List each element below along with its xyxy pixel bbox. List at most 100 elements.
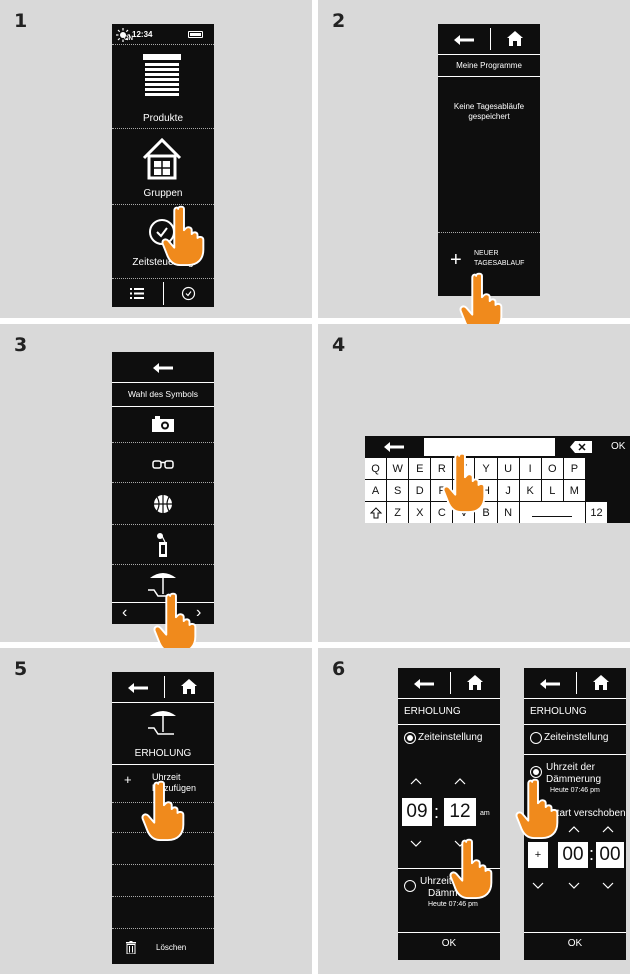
sign-value[interactable]: + [528, 842, 548, 868]
time-colon: : [589, 844, 595, 864]
backspace-icon[interactable] [570, 441, 592, 453]
hour-down-icon[interactable] [410, 840, 422, 847]
tab-clock[interactable] [164, 280, 214, 307]
ok-button[interactable]: OK [524, 938, 626, 949]
back-arrow-icon [384, 442, 404, 452]
radio-selected-icon [530, 766, 542, 778]
delete-button[interactable]: Löschen [112, 934, 214, 962]
radio-label: Zeiteinstellung [544, 732, 609, 743]
remote-screen: Meine Programme Keine Tagesabläufe gespe… [438, 24, 540, 296]
tab-list[interactable] [112, 280, 163, 307]
remote-screen: Wahl des Symbols ‹ › [112, 352, 214, 624]
key[interactable]: D [409, 480, 432, 501]
key[interactable]: X [409, 502, 432, 523]
minute-value[interactable]: 12 [444, 798, 476, 826]
remote-screen-time: ERHOLUNG Zeiteinstellung 09 : 12 am Uhrz… [398, 668, 500, 960]
radio-time-setting[interactable]: Zeiteinstellung [530, 730, 624, 748]
step-number: 5 [14, 658, 28, 680]
hand-pointer-icon [515, 778, 559, 840]
house-icon [142, 137, 182, 180]
hand-pointer-icon [153, 592, 197, 654]
home-button[interactable] [577, 668, 626, 698]
key[interactable]: N [497, 502, 520, 523]
time-colon: : [434, 802, 440, 822]
home-button[interactable] [491, 24, 540, 54]
key[interactable]: L [541, 480, 564, 501]
numbers-key[interactable]: 12 [585, 502, 608, 523]
menu-item-produkte[interactable]: Produkte [112, 113, 214, 124]
key[interactable]: U [497, 458, 520, 479]
glasses-icon[interactable] [152, 460, 174, 469]
space-key[interactable] [519, 502, 586, 523]
camera-icon[interactable] [152, 416, 174, 432]
back-button[interactable] [524, 668, 576, 698]
key[interactable]: M [563, 480, 586, 501]
home-button[interactable] [165, 672, 214, 702]
shift-label: Start verschoben: [550, 808, 626, 819]
step-panel-5: 5 ERHOLUNG + Uhrzeit hinzufügen Löschen [0, 648, 312, 974]
sign-down-icon[interactable] [532, 882, 544, 889]
key[interactable]: S [387, 480, 410, 501]
minute-value[interactable]: 00 [596, 842, 624, 868]
back-button[interactable] [112, 352, 214, 382]
back-arrow-icon [153, 363, 173, 373]
back-button[interactable] [398, 668, 450, 698]
schedule-name: ERHOLUNG [530, 706, 587, 717]
back-button[interactable] [438, 24, 490, 54]
key[interactable]: O [541, 458, 564, 479]
radio-unselected-icon [404, 880, 416, 892]
key[interactable]: A [365, 480, 388, 501]
key[interactable]: Z [387, 502, 410, 523]
hand-pointer-icon [141, 780, 185, 842]
key[interactable]: K [519, 480, 542, 501]
screen-title: Meine Programme [456, 61, 522, 70]
key[interactable]: J [497, 480, 520, 501]
minute-down-icon[interactable] [602, 882, 614, 889]
menu-item-gruppen[interactable]: Gruppen [112, 188, 214, 199]
step-panel-6: 6 ERHOLUNG Zeiteinstellung 09 : 12 am Uh… [318, 648, 630, 974]
hour-value[interactable]: 09 [402, 798, 432, 826]
step-panel-2: 2 Meine Programme Keine Tagesabläufe ges… [318, 0, 630, 334]
hour-up-icon[interactable] [410, 778, 422, 785]
list-icon [130, 288, 144, 299]
ok-button[interactable]: OK [398, 938, 500, 949]
radio-unselected-icon [530, 732, 542, 744]
home-button[interactable] [451, 668, 500, 698]
key[interactable]: Q [365, 458, 388, 479]
back-button[interactable] [365, 436, 423, 458]
radio-selected-icon [404, 732, 416, 744]
radio-time-setting[interactable]: Zeiteinstellung [404, 730, 498, 748]
dusk-today: Heute 07:46 pm [428, 901, 478, 908]
ampm-label: am [480, 810, 490, 817]
empty-message: Keine Tagesabläufe [453, 102, 525, 111]
key[interactable]: P [563, 458, 586, 479]
home-icon [181, 679, 197, 694]
delete-label: Löschen [156, 943, 187, 952]
step-panel-3: 3 Wahl des Symbols ‹ › [0, 324, 312, 654]
minute-up-icon[interactable] [454, 778, 466, 785]
hour-down-icon[interactable] [568, 882, 580, 889]
shift-key[interactable] [365, 502, 388, 523]
key[interactable]: W [387, 458, 410, 479]
clock-small-icon [181, 286, 196, 301]
hand-pointer-icon [442, 452, 486, 514]
hour-up-icon[interactable] [568, 826, 580, 833]
keyboard-screen: OK Q W E R T Y U I O P A S D F G H J K L… [365, 436, 630, 523]
back-button[interactable] [112, 672, 164, 702]
back-arrow-icon [414, 679, 434, 689]
basketball-icon[interactable] [153, 494, 173, 514]
plus-icon: + [124, 772, 132, 787]
prev-arrow-icon[interactable]: ‹ [122, 604, 127, 622]
schedule-name: ERHOLUNG [134, 748, 192, 759]
key[interactable]: E [409, 458, 432, 479]
home-icon [593, 675, 609, 690]
minute-up-icon[interactable] [602, 826, 614, 833]
hand-pointer-icon [161, 205, 205, 267]
hour-value[interactable]: 00 [558, 842, 588, 868]
key[interactable]: I [519, 458, 542, 479]
ok-button[interactable]: OK [611, 441, 625, 452]
schedule-name: ERHOLUNG [404, 706, 461, 717]
empty-message-2: gespeichert [468, 112, 510, 121]
step-number: 6 [332, 658, 346, 680]
cocktail-icon[interactable] [156, 532, 170, 558]
